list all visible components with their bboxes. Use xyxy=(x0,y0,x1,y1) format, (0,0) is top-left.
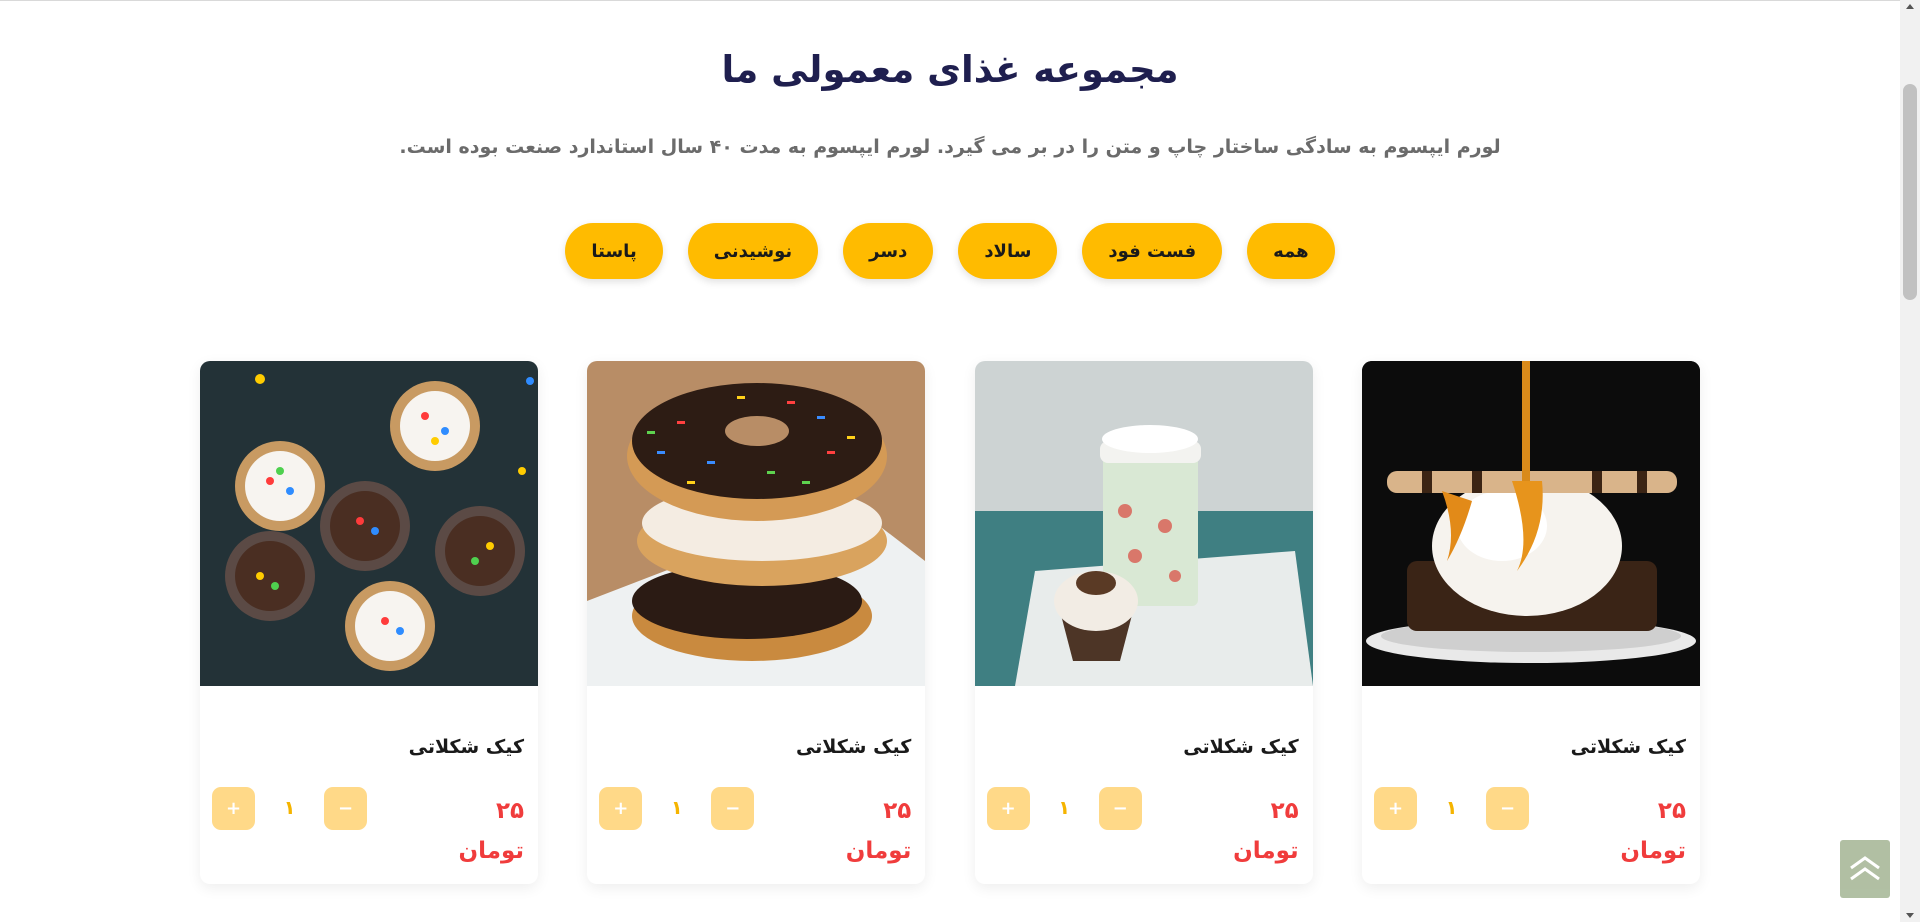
quantity-value: ۱ xyxy=(1445,797,1458,819)
filter-fastfood-button[interactable]: فست فود xyxy=(1082,223,1223,279)
product-image-ice-cream-brownie[interactable] xyxy=(1362,361,1700,686)
product-image-cupcakes-top[interactable] xyxy=(200,361,539,686)
quantity-value: ۱ xyxy=(671,797,683,819)
quantity-stepper: + ۱ − xyxy=(599,786,755,830)
price-currency: تومان xyxy=(1620,838,1686,864)
product-name: کیک شکلاتی xyxy=(1183,736,1299,758)
product-image-donut-stack[interactable] xyxy=(587,361,926,686)
cupcake-coffee-illustration xyxy=(974,361,1313,686)
cupcakes-top-illustration xyxy=(200,361,539,686)
filter-all-button[interactable]: همه xyxy=(1247,223,1335,279)
decrease-button[interactable]: − xyxy=(324,786,368,830)
decrease-button[interactable]: − xyxy=(1098,786,1142,830)
quantity-stepper: + ۱ − xyxy=(212,786,368,830)
product-card[interactable]: کیک شکلاتی ۲۵ تومان + ۱ − xyxy=(200,361,539,884)
filter-dessert-button[interactable]: دسر xyxy=(843,223,934,279)
ice-cream-brownie-illustration xyxy=(1362,361,1700,686)
increase-button[interactable]: + xyxy=(599,786,643,830)
product-price: ۲۵ تومان xyxy=(1233,791,1299,871)
product-image-cupcake-coffee[interactable] xyxy=(974,361,1313,686)
product-card[interactable]: کیک شکلاتی ۲۵ تومان + ۱ − xyxy=(587,361,926,884)
product-name: کیک شکلاتی xyxy=(795,736,912,758)
page-scrollbar[interactable] xyxy=(1900,0,1920,922)
product-price: ۲۵ تومان xyxy=(458,791,524,871)
price-value: ۲۵ xyxy=(495,798,525,824)
scroll-down-arrow-icon[interactable] xyxy=(1906,913,1914,918)
price-currency: تومان xyxy=(458,838,525,864)
product-name: کیک شکلاتی xyxy=(1570,736,1686,758)
price-currency: تومان xyxy=(1233,838,1299,864)
donut-stack-illustration xyxy=(587,361,926,686)
decrease-button[interactable]: − xyxy=(1486,786,1529,830)
section-subtitle: لورم ایپسوم به سادگی ساختار چاپ و متن را… xyxy=(399,136,1501,158)
increase-button[interactable]: + xyxy=(1374,786,1417,830)
filter-drinks-button[interactable]: نوشیدنی xyxy=(687,223,819,279)
scroll-up-arrow-icon[interactable] xyxy=(1906,4,1914,9)
scroll-to-top-button[interactable] xyxy=(1840,840,1890,898)
quantity-stepper: + ۱ − xyxy=(986,786,1142,830)
menu-section: مجموعه غذای معمولی ما لورم ایپسوم به ساد… xyxy=(0,0,1900,922)
quantity-stepper: + ۱ − xyxy=(1374,786,1529,830)
product-price: ۲۵ تومان xyxy=(846,791,912,871)
quantity-value: ۱ xyxy=(1058,797,1070,819)
product-price: ۲۵ تومان xyxy=(1620,791,1686,871)
price-currency: تومان xyxy=(845,838,912,864)
section-title: مجموعه غذای معمولی ما xyxy=(721,48,1179,91)
double-chevron-up-icon xyxy=(1850,856,1880,881)
filter-pasta-button[interactable]: پاستا xyxy=(565,223,663,279)
product-card[interactable]: کیک شکلاتی ۲۵ تومان + ۱ − xyxy=(1362,361,1700,884)
filter-salad-button[interactable]: سالاد xyxy=(958,223,1058,279)
quantity-value: ۱ xyxy=(283,797,296,819)
product-grid: کیک شکلاتی ۲۵ تومان + ۱ − کیک شکلاتی ۲۵ … xyxy=(200,361,1700,884)
price-value: ۲۵ xyxy=(883,798,912,824)
product-name: کیک شکلاتی xyxy=(408,736,525,758)
scrollbar-thumb[interactable] xyxy=(1903,84,1917,300)
price-value: ۲۵ xyxy=(1270,798,1299,824)
increase-button[interactable]: + xyxy=(212,786,256,830)
price-value: ۲۵ xyxy=(1657,798,1686,824)
increase-button[interactable]: + xyxy=(986,786,1030,830)
category-filters: همه فست فود سالاد دسر نوشیدنی پاستا xyxy=(0,223,1900,279)
decrease-button[interactable]: − xyxy=(711,786,755,830)
product-card[interactable]: کیک شکلاتی ۲۵ تومان + ۱ − xyxy=(974,361,1313,884)
